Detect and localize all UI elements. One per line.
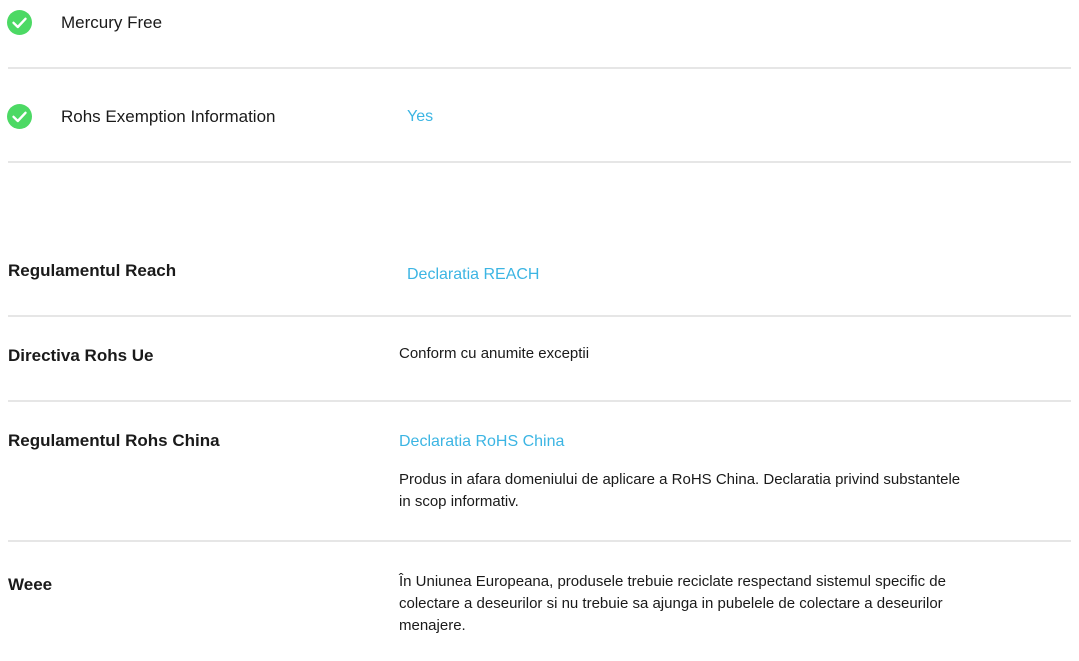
feature-label: Rohs Exemption Information	[61, 107, 276, 126]
regulation-label: Regulamentul Reach	[8, 261, 177, 280]
rohs-china-declaration-link[interactable]: Declaratia RoHS China	[399, 433, 564, 451]
check-circle-icon	[7, 104, 32, 129]
regulation-label: Weee	[8, 575, 53, 594]
description-line: În Uniunea Europeana, produsele trebuie …	[399, 573, 946, 590]
divider	[8, 315, 1071, 317]
rohs-eu-status: Conform cu anumite exceptii	[399, 345, 590, 362]
description-line: Produs in afara domeniului de aplicare a…	[399, 471, 961, 488]
divider	[8, 400, 1071, 402]
regulation-label: Directiva Rohs Ue	[8, 346, 154, 365]
weee-description: În Uniunea Europeana, produsele trebuie …	[399, 571, 946, 637]
rohs-china-description: Produs in afara domeniului de aplicare a…	[399, 469, 960, 513]
description-line: menajere.	[399, 617, 466, 634]
reach-declaration-link[interactable]: Declaratia REACH	[407, 266, 539, 284]
description-line: in scop informativ.	[399, 493, 519, 510]
divider	[8, 540, 1071, 542]
divider	[8, 161, 1071, 163]
regulation-label: Regulamentul Rohs China	[8, 431, 220, 450]
description-line: colectare a deseurilor si nu trebuie sa …	[399, 595, 943, 612]
check-circle-icon	[7, 10, 32, 35]
rohs-exemption-value-link[interactable]: Yes	[407, 108, 433, 126]
feature-label: Mercury Free	[61, 13, 163, 32]
divider	[8, 67, 1071, 69]
